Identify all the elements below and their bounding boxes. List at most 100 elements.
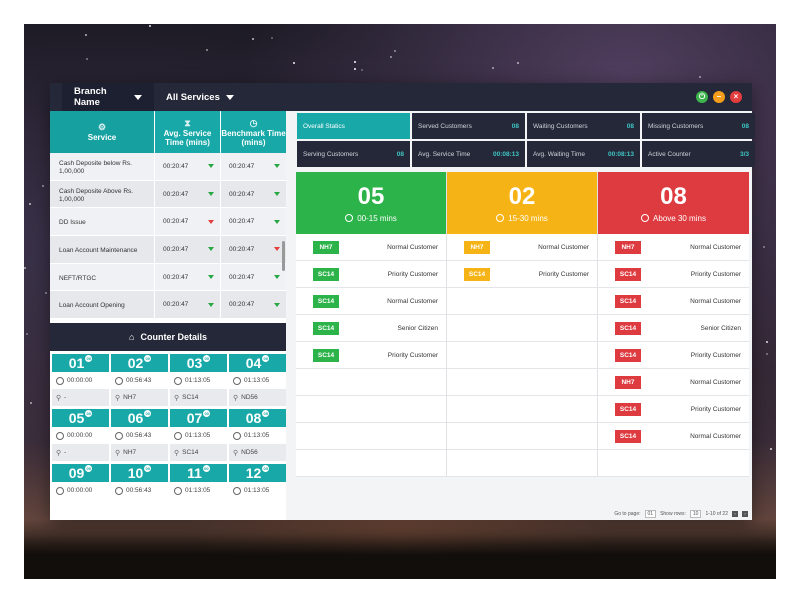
counter-time: 00:00:00 bbox=[52, 372, 109, 389]
trend-down-icon bbox=[274, 302, 280, 307]
tab-overall-statics[interactable]: Overall Statics bbox=[297, 113, 410, 139]
benchmark-time-value: 00:20:47 bbox=[229, 162, 255, 170]
benchmark-time-cell: 00:20:47 bbox=[220, 236, 286, 263]
queue-item[interactable]: NH7 Normal Customer bbox=[598, 234, 749, 261]
avg-time-cell: 00:20:47 bbox=[154, 291, 220, 319]
service-row[interactable]: Cash Deposite Above Rs. 1,00,000 00:20:4… bbox=[50, 180, 286, 209]
queue-item[interactable]: NH7 Normal Customer bbox=[447, 234, 597, 261]
queue-item[interactable]: SC14 Priority Customer bbox=[296, 261, 446, 288]
counter-number-label: 04 bbox=[245, 355, 262, 371]
queue-item[interactable]: SC14 Senior Citizen bbox=[598, 315, 749, 342]
queue-item[interactable]: SC14 Priority Customer bbox=[598, 396, 749, 423]
customer-type: Normal Customer bbox=[690, 297, 741, 305]
queue-item[interactable]: NH7 Normal Customer bbox=[598, 369, 749, 396]
next-page-icon[interactable]: › bbox=[742, 511, 748, 517]
star bbox=[45, 292, 47, 294]
token-tag: SC14 bbox=[313, 321, 339, 335]
benchmark-time-value: 00:20:47 bbox=[229, 245, 255, 253]
counter-number-label: 11 bbox=[187, 465, 202, 481]
counter-badge: 00 bbox=[144, 409, 152, 417]
queue-item[interactable]: SC14 Priority Customer bbox=[598, 261, 749, 288]
empty-queue-row bbox=[447, 342, 597, 369]
star bbox=[766, 341, 768, 343]
trend-down-icon bbox=[208, 219, 214, 224]
counter-badge: 00 bbox=[85, 409, 93, 417]
token-tag: SC14 bbox=[615, 321, 641, 335]
counter-number[interactable]: 04 00 bbox=[229, 354, 286, 372]
page-input[interactable]: 01 bbox=[644, 510, 657, 518]
counter-icon: ⌂ bbox=[129, 332, 135, 342]
empty-queue-row bbox=[447, 396, 597, 423]
counter-number[interactable]: 02 00 bbox=[111, 354, 168, 372]
service-row[interactable]: Cash Deposite below Rs. 1,00,000 00:20:4… bbox=[50, 153, 286, 181]
service-row[interactable]: Loan Account Maintenance 00:20:47 00:20:… bbox=[50, 236, 286, 264]
clock-icon bbox=[233, 486, 241, 495]
counter-number[interactable]: 05 00 bbox=[52, 409, 109, 427]
star bbox=[24, 267, 26, 269]
counter-number-label: 08 bbox=[245, 410, 262, 426]
counter-time-value: 00:00:00 bbox=[67, 487, 93, 494]
counter-time: 00:56:43 bbox=[111, 482, 168, 499]
counter-details-title: Counter Details bbox=[140, 332, 207, 342]
service-row[interactable]: NEFT/RTGC 00:20:47 00:20:47 bbox=[50, 263, 286, 292]
counter-number[interactable]: 11 00 bbox=[170, 464, 227, 482]
counter-number[interactable]: 09 00 bbox=[52, 464, 109, 482]
counter-number[interactable]: 07 00 bbox=[170, 409, 227, 427]
queue-item[interactable]: NH7 Normal Customer bbox=[296, 234, 446, 261]
customer-type: Normal Customer bbox=[538, 243, 589, 251]
user-icon: ⚲ bbox=[56, 449, 62, 457]
counter-time-value: 00:00:00 bbox=[67, 432, 93, 439]
counter-time-value: 00:56:43 bbox=[126, 377, 152, 384]
star bbox=[85, 34, 87, 36]
clock-icon bbox=[115, 431, 123, 440]
avg-time-cell: 00:20:47 bbox=[154, 236, 220, 263]
service-icon: ⚙ bbox=[97, 122, 107, 132]
trend-down-icon bbox=[208, 302, 214, 307]
queue-item[interactable]: SC14 Normal Customer bbox=[598, 288, 749, 315]
counter-number[interactable]: 10 00 bbox=[111, 464, 168, 482]
counter-badge: 05 bbox=[262, 409, 270, 417]
scrollbar[interactable] bbox=[282, 241, 285, 271]
branch-dropdown[interactable]: Branch Name bbox=[62, 83, 154, 111]
service-row[interactable]: Loan Account Opening 00:20:47 00:20:47 bbox=[50, 291, 286, 320]
counter-badge: 00 bbox=[85, 354, 93, 362]
stat-label: Waiting Customers bbox=[533, 122, 588, 130]
trend-down-icon bbox=[208, 275, 214, 280]
counter-number[interactable]: 03 00 bbox=[170, 354, 227, 372]
counter-time: 01:13:05 bbox=[229, 427, 286, 444]
stat-cell: Waiting Customers 08 bbox=[527, 113, 640, 139]
close-icon[interactable]: × bbox=[730, 91, 742, 103]
counter-number[interactable]: 08 05 bbox=[229, 409, 286, 427]
queue-item[interactable]: SC14 Normal Customer bbox=[598, 423, 749, 450]
queue-item[interactable]: SC14 Priority Customer bbox=[296, 342, 446, 369]
queue-range-label: Above 30 mins bbox=[653, 213, 706, 223]
star bbox=[763, 246, 765, 248]
queue-count: 08 bbox=[660, 182, 687, 210]
benchmark-time-value: 00:20:47 bbox=[229, 273, 255, 281]
counter-number[interactable]: 01 00 bbox=[52, 354, 109, 372]
star bbox=[766, 353, 768, 355]
token-tag: SC14 bbox=[313, 294, 339, 308]
counter-number-label: 09 bbox=[68, 465, 85, 481]
service-name: NEFT/RTGC bbox=[59, 274, 97, 282]
clock-icon bbox=[233, 431, 241, 440]
service-row[interactable]: DD Issue 00:20:47 00:20:47 bbox=[50, 208, 286, 237]
minimize-icon[interactable]: – bbox=[713, 91, 725, 103]
counter-time-value: 01:13:05 bbox=[244, 432, 270, 439]
prev-page-icon[interactable]: ‹ bbox=[732, 511, 738, 517]
counter-number[interactable]: 06 00 bbox=[111, 409, 168, 427]
counter-number[interactable]: 12 05 bbox=[229, 464, 286, 482]
star bbox=[361, 69, 363, 71]
avg-time-header-label: Avg. Service Time (mins) bbox=[163, 128, 212, 147]
services-dropdown[interactable]: All Services bbox=[154, 83, 246, 111]
counter-number-label: 12 bbox=[245, 465, 262, 481]
token-tag: SC14 bbox=[615, 348, 641, 362]
empty-queue-row bbox=[598, 450, 749, 477]
rows-select[interactable]: 10 bbox=[689, 510, 702, 518]
queue-item[interactable]: SC14 Priority Customer bbox=[598, 342, 749, 369]
power-icon[interactable]: ⏻ bbox=[696, 91, 708, 103]
queue-item[interactable]: SC14 Senior Citizen bbox=[296, 315, 446, 342]
queue-item[interactable]: SC14 Normal Customer bbox=[296, 288, 446, 315]
service-list[interactable]: Cash Deposite below Rs. 1,00,000 00:20:4… bbox=[50, 153, 286, 320]
queue-item[interactable]: SC14 Priority Customer bbox=[447, 261, 597, 288]
